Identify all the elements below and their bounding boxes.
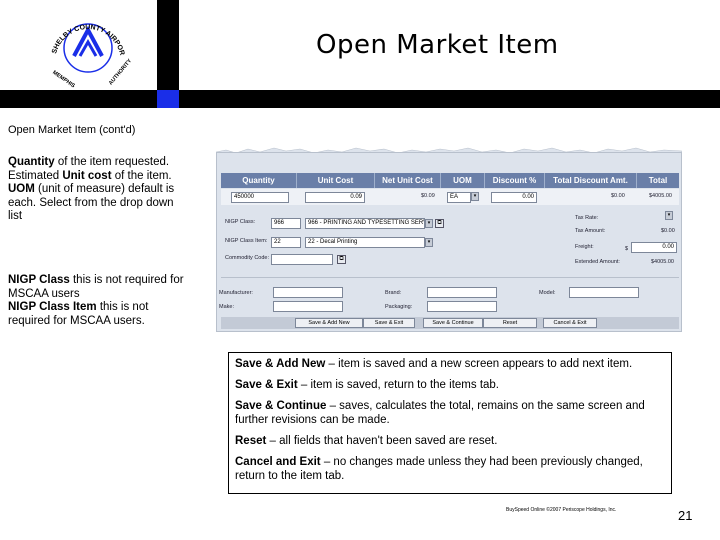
commodity-lookup-icon[interactable]: ⧉ xyxy=(337,255,346,264)
header-horizontal-bar xyxy=(0,90,720,108)
slide-subtitle: Open Market Item (cont'd) xyxy=(8,124,136,136)
nigp-class-select[interactable]: 966 - PRINTING AND TYPESETTING SERVI... xyxy=(305,218,425,229)
nigp-item-dropdown-arrow[interactable]: ▾ xyxy=(425,238,433,247)
brand-input[interactable] xyxy=(427,287,497,298)
logo-text-right: AUTHORITY xyxy=(108,58,132,87)
nigp-item-code-input[interactable]: 22 xyxy=(271,237,301,248)
tax-amount-value: $0.00 xyxy=(661,228,675,234)
reset-button[interactable]: Reset xyxy=(483,318,537,328)
total-discount-value: $0.00 xyxy=(611,193,625,199)
col-total: Total xyxy=(648,176,668,185)
extended-amount-label: Extended Amount: xyxy=(575,259,620,265)
commodity-code-input[interactable] xyxy=(271,254,333,265)
nigp-item-select[interactable]: 22 - Decal Printing xyxy=(305,237,425,248)
quantity-input[interactable]: 450000 xyxy=(231,192,289,203)
item-table-row: 450000 0.09 $0.09 EA ▾ 0.00 $0.00 $4005.… xyxy=(221,189,679,205)
item-table-header: Quantity Unit Cost Net Unit Cost UOM Dis… xyxy=(221,173,679,188)
make-label: Make: xyxy=(219,304,234,310)
col-net-unit-cost: Net Unit Cost xyxy=(375,173,441,188)
freight-label: Freight: xyxy=(575,244,594,250)
make-input[interactable] xyxy=(273,301,343,312)
col-quantity: Quantity xyxy=(221,173,297,188)
explain-reset: Reset – all fields that haven't been sav… xyxy=(235,435,498,447)
save-continue-button[interactable]: Save & Continue xyxy=(423,318,483,328)
cancel-exit-button[interactable]: Cancel & Exit xyxy=(543,318,597,328)
save-add-new-button[interactable]: Save & Add New xyxy=(295,318,363,328)
total-value: $4005.00 xyxy=(649,193,672,199)
header-accent-square xyxy=(157,90,179,108)
button-explanations: Save & Add New – item is saved and a new… xyxy=(228,352,672,494)
airport-authority-logo: SHELBY COUNTY AIRPORT MEMPHIS AUTHORITY xyxy=(44,4,132,88)
header-vertical-bar xyxy=(157,0,179,92)
field-description-nigp: NIGP Class this is not required for MSCA… xyxy=(8,274,184,327)
packaging-label: Packaging: xyxy=(385,304,413,310)
freight-currency: $ xyxy=(625,246,629,252)
explain-save-continue: Save & Continue – saves, calculates the … xyxy=(235,400,645,426)
uom-dropdown-arrow[interactable]: ▾ xyxy=(471,192,479,201)
col-total-discount: Total Discount Amt. xyxy=(545,173,637,188)
slide-footer: BuySpeed Online ©2007 Periscope Holdings… xyxy=(506,507,617,513)
section-divider xyxy=(221,277,679,278)
manufacturer-input[interactable] xyxy=(273,287,343,298)
uom-select[interactable]: EA xyxy=(447,192,471,203)
tax-amount-label: Tax Amount: xyxy=(575,228,606,234)
brand-label: Brand: xyxy=(385,290,402,296)
col-discount: Discount % xyxy=(485,173,545,188)
save-exit-button[interactable]: Save & Exit xyxy=(363,318,415,328)
discount-input[interactable]: 0.00 xyxy=(491,192,537,203)
nigp-class-label: NIGP Class: xyxy=(225,219,256,225)
nigp-class-dropdown-arrow[interactable]: ▾ xyxy=(425,219,433,228)
form-button-bar: Save & Add New Save & Exit Save & Contin… xyxy=(221,317,679,329)
slide-title: Open Market Item xyxy=(316,30,559,60)
net-unit-cost-value: $0.09 xyxy=(421,193,435,199)
logo-text-left: MEMPHIS xyxy=(51,70,76,88)
packaging-input[interactable] xyxy=(427,301,497,312)
explain-cancel-exit: Cancel and Exit – no changes made unless… xyxy=(235,456,643,482)
extended-amount-value: $4005.00 xyxy=(651,259,674,265)
nigp-class-lookup-icon[interactable]: ⧉ xyxy=(435,219,444,228)
explain-save-add-new: Save & Add New – item is saved and a new… xyxy=(235,358,633,370)
model-input[interactable] xyxy=(569,287,639,298)
model-label: Model: xyxy=(539,290,556,296)
nigp-item-label: NIGP Class Item: xyxy=(225,238,268,244)
page-number: 21 xyxy=(678,508,693,523)
manufacturer-label: Manufacturer: xyxy=(219,290,253,296)
tax-rate-label: Tax Rate: xyxy=(575,215,599,221)
field-description-quantity: Quantity of the item requested. Estimate… xyxy=(8,156,175,223)
col-uom: UOM xyxy=(441,173,485,188)
freight-input[interactable]: 0.00 xyxy=(631,242,677,253)
commodity-code-label: Commodity Code: xyxy=(225,255,270,261)
unit-cost-input[interactable]: 0.09 xyxy=(305,192,365,203)
tax-rate-dropdown[interactable]: ▾ xyxy=(665,211,673,220)
explain-save-exit: Save & Exit – item is saved, return to t… xyxy=(235,379,499,391)
open-market-item-form: Quantity Unit Cost Net Unit Cost UOM Dis… xyxy=(216,152,682,332)
col-unit-cost: Unit Cost xyxy=(297,173,375,188)
nigp-class-code-input[interactable]: 966 xyxy=(271,218,301,229)
